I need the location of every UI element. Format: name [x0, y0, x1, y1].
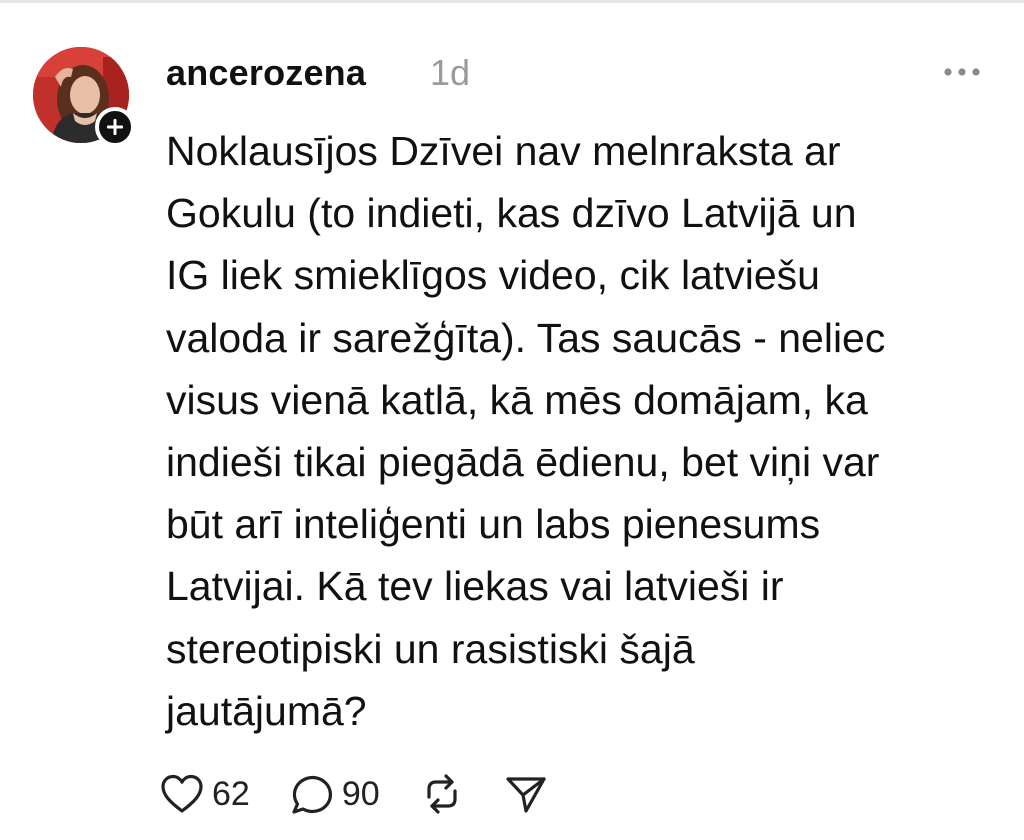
more-options-button[interactable]: [940, 60, 984, 84]
reply-button[interactable]: 90: [290, 773, 380, 815]
like-count: 62: [212, 775, 250, 813]
like-button[interactable]: 62: [160, 774, 250, 814]
post-timestamp: 1d: [430, 52, 471, 93]
post-actions: 62 90: [160, 766, 588, 822]
repost-button[interactable]: [420, 773, 464, 815]
follow-button[interactable]: [95, 107, 135, 147]
send-icon: [506, 777, 546, 813]
comment-icon: [292, 775, 332, 814]
avatar-container[interactable]: [33, 47, 135, 147]
post-text: Noklausījos Dzīvei nav melnraksta ar Gok…: [166, 128, 886, 734]
share-button[interactable]: [504, 773, 548, 815]
plus-icon: [107, 119, 123, 135]
thread-post: ancerozena 1d Noklausījos Dzīvei nav mel…: [0, 0, 1024, 840]
username[interactable]: ancerozena: [166, 48, 366, 98]
more-horizontal-icon: [944, 68, 980, 76]
reply-count: 90: [341, 775, 380, 813]
repost-icon: [427, 774, 457, 814]
heart-icon: [161, 774, 203, 813]
